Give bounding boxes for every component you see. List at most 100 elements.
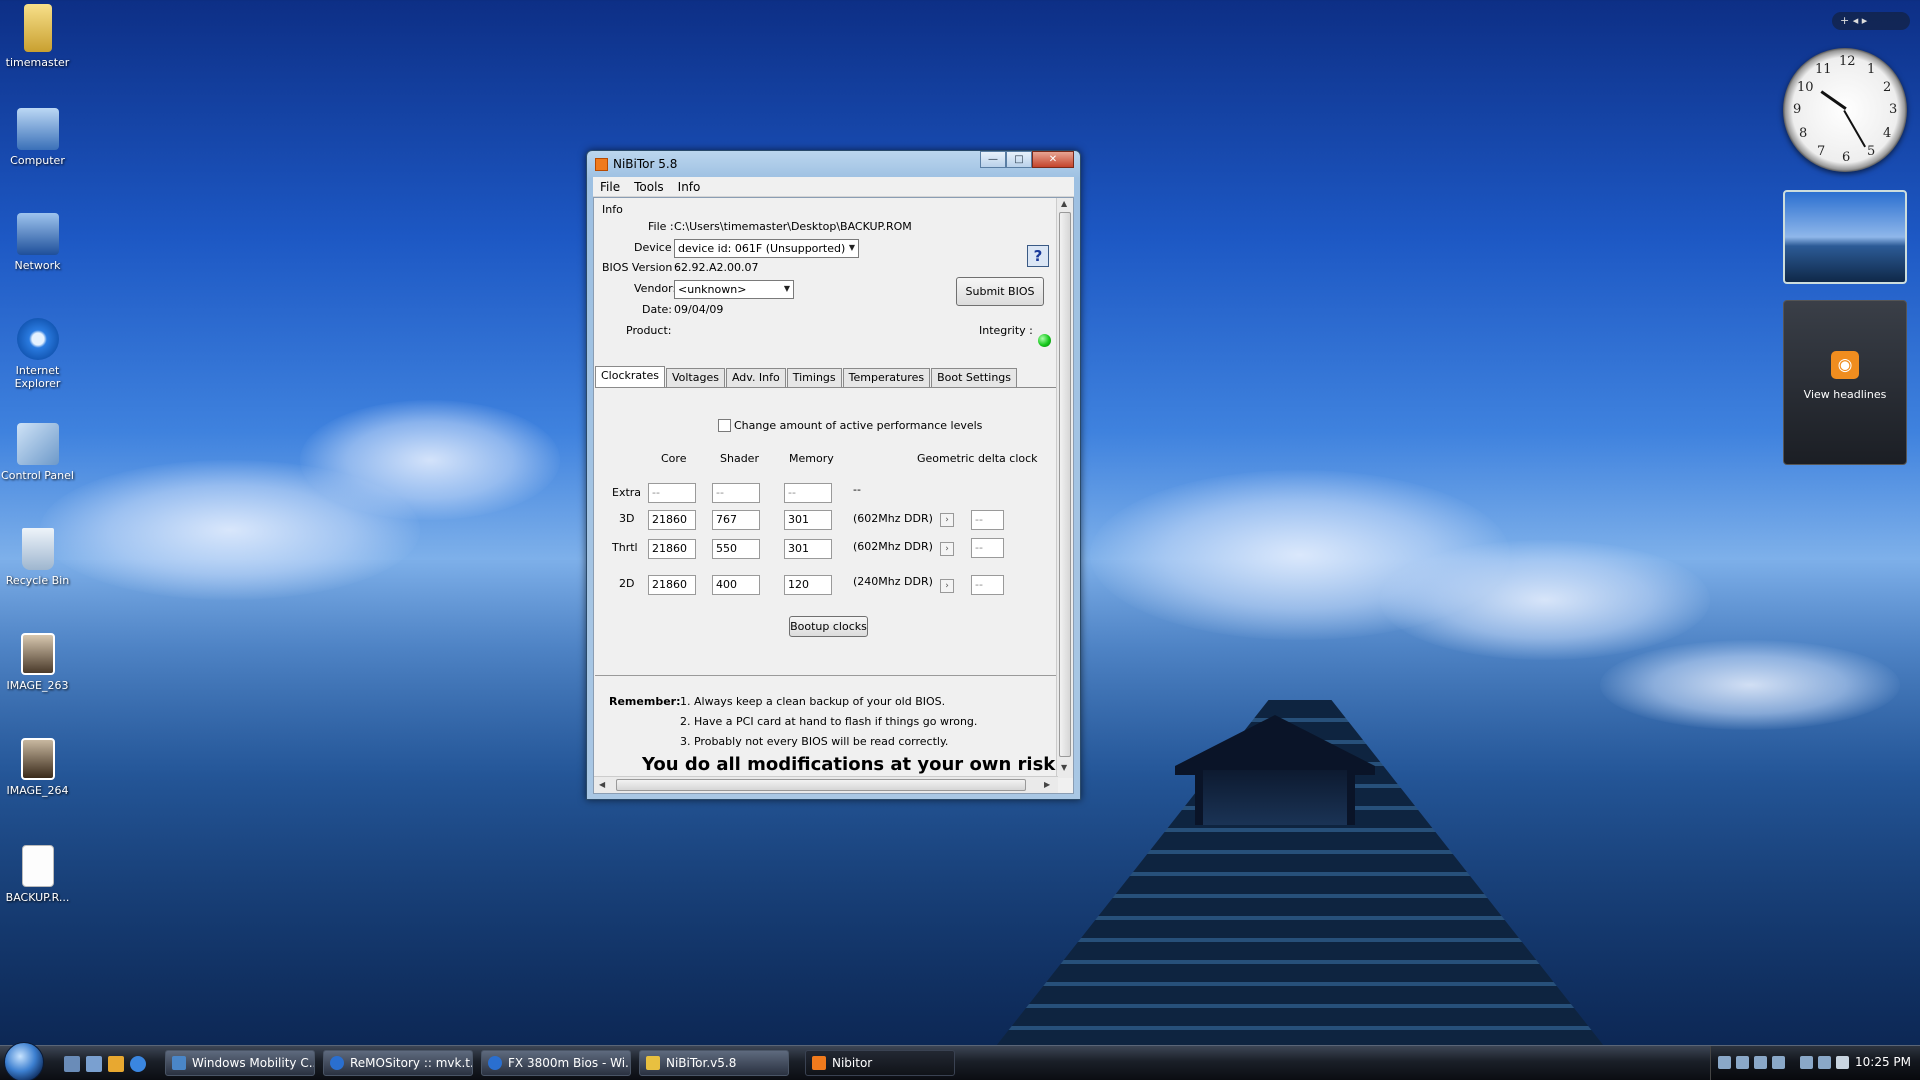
2d-expand-arrow[interactable]: › [940, 579, 954, 593]
tray-volume-icon[interactable] [1836, 1056, 1849, 1069]
extra-shader-field[interactable]: -- [712, 483, 760, 503]
header-core: Core [661, 452, 687, 465]
performance-levels-checkbox[interactable] [718, 419, 731, 432]
menu-file[interactable]: File [593, 180, 627, 194]
bios-version-value: 62.92.A2.00.07 [674, 261, 759, 274]
clock-gadget[interactable]: 12 1 2 3 4 5 6 7 8 9 10 11 [1783, 48, 1907, 172]
tray-icon[interactable] [1718, 1056, 1731, 1069]
scroll-right-arrow[interactable]: ▶ [1044, 780, 1050, 789]
quick-launch-media-player-icon[interactable] [108, 1056, 124, 1072]
3d-delta-field[interactable]: -- [971, 510, 1004, 530]
taskbar-task-fx3800m[interactable]: FX 3800m Bios - Wi... [481, 1050, 631, 1076]
quick-launch-ie-icon[interactable] [130, 1056, 146, 1072]
thrtl-shader-field[interactable]: 550 [712, 539, 760, 559]
quick-launch-switch-windows-icon[interactable] [86, 1056, 102, 1072]
desktop-icon-network[interactable]: Network [0, 213, 75, 272]
desktop-icon-recycle-bin[interactable]: Recycle Bin [0, 528, 75, 587]
sidebar-controls[interactable]: + ◂ ▸ [1832, 12, 1910, 30]
start-button[interactable] [4, 1042, 44, 1080]
control-panel-icon [16, 423, 59, 465]
tray-power-icon[interactable] [1818, 1056, 1831, 1069]
tab-clockrates[interactable]: Clockrates [595, 366, 665, 387]
clock-numeral: 12 [1839, 54, 1856, 69]
3d-ddr-label: (602Mhz DDR) [853, 512, 933, 525]
thrtl-delta-field[interactable]: -- [971, 538, 1004, 558]
3d-shader-field[interactable]: 767 [712, 510, 760, 530]
clock-numeral: 2 [1883, 80, 1892, 95]
tray-network-icon[interactable] [1800, 1056, 1813, 1069]
slideshow-gadget[interactable] [1783, 190, 1907, 284]
tray-icon[interactable] [1736, 1056, 1749, 1069]
vertical-scroll-thumb[interactable] [1059, 212, 1071, 757]
menu-tools[interactable]: Tools [627, 180, 671, 194]
tab-temperatures[interactable]: Temperatures [842, 368, 931, 387]
tab-voltages[interactable]: Voltages [665, 368, 725, 387]
scroll-down-arrow[interactable]: ▼ [1061, 763, 1067, 772]
tray-icon[interactable] [1754, 1056, 1767, 1069]
performance-levels-label[interactable]: Change amount of active performance leve… [734, 419, 982, 432]
internet-explorer-icon [16, 318, 59, 360]
desktop-icon-internet-explorer[interactable]: Internet Explorer [0, 318, 75, 390]
desktop-icon-backup-rom[interactable]: BACKUP.R... [0, 845, 75, 904]
horizontal-scroll-thumb[interactable] [616, 779, 1026, 791]
scroll-up-arrow[interactable]: ▲ [1061, 199, 1067, 208]
date-label: Date: [642, 303, 672, 316]
desktop-icon-computer[interactable]: Computer [0, 108, 75, 167]
close-button[interactable]: ✕ [1032, 151, 1074, 168]
3d-expand-arrow[interactable]: › [940, 513, 954, 527]
mobility-center-icon [172, 1056, 186, 1070]
computer-icon [16, 108, 59, 150]
thrtl-expand-arrow[interactable]: › [940, 542, 954, 556]
tab-adv-info[interactable]: Adv. Info [725, 368, 786, 387]
device-select[interactable]: device id: 061F (Unsupported) [674, 239, 859, 258]
3d-memory-field[interactable]: 301 [784, 510, 832, 530]
taskbar-clock[interactable]: 10:25 PM [1855, 1055, 1911, 1069]
menu-info[interactable]: Info [671, 180, 708, 194]
desktop-icon-label: BACKUP.R... [5, 891, 70, 904]
task-label: FX 3800m Bios - Wi... [508, 1056, 631, 1070]
extra-core-field[interactable]: -- [648, 483, 696, 503]
desktop-icon-image-264[interactable]: IMAGE_264 [0, 738, 75, 797]
vendor-label: Vendor: [634, 282, 677, 295]
clock-numeral: 3 [1889, 102, 1898, 117]
scroll-left-arrow[interactable]: ◀ [599, 780, 605, 789]
product-label: Product: [626, 324, 672, 337]
thrtl-core-field[interactable]: 21860 [648, 539, 696, 559]
desktop-icon-timemaster[interactable]: timemaster [0, 4, 75, 69]
2d-ddr-label: (240Mhz DDR) [853, 575, 933, 588]
bootup-clocks-button[interactable]: Bootup clocks [789, 616, 868, 637]
2d-shader-field[interactable]: 400 [712, 575, 760, 595]
thrtl-memory-field[interactable]: 301 [784, 539, 832, 559]
quick-launch-desktop-icon[interactable] [64, 1056, 80, 1072]
image-thumbnail-icon [20, 738, 55, 780]
taskbar-task-windows-mobility[interactable]: Windows Mobility C... [165, 1050, 315, 1076]
taskbar-task-nibitor[interactable]: Nibitor [805, 1050, 955, 1076]
help-button[interactable]: ? [1027, 245, 1049, 267]
2d-core-field[interactable]: 21860 [648, 575, 696, 595]
wallpaper-gazebo-body [1195, 770, 1355, 825]
horizontal-scrollbar[interactable]: ◀ ▶ [594, 776, 1058, 793]
desktop-icon-label: Network [14, 259, 61, 272]
taskbar-task-remository[interactable]: ReMOSitory :: mvk.t... [323, 1050, 473, 1076]
maximize-button[interactable]: □ [1006, 151, 1032, 168]
tab-timings[interactable]: Timings [786, 368, 842, 387]
vendor-select[interactable]: <unknown> [674, 280, 794, 299]
taskbar-task-nibitor-folder[interactable]: NiBiTor.v5.8 [639, 1050, 789, 1076]
desktop-icon-control-panel[interactable]: Control Panel [0, 423, 75, 482]
tray-icon[interactable] [1772, 1056, 1785, 1069]
2d-delta-field[interactable]: -- [971, 575, 1004, 595]
feed-headlines-gadget[interactable]: ◉ View headlines [1783, 300, 1907, 465]
file-icon [21, 845, 54, 887]
nibitor-window[interactable]: NiBiTor 5.8 — □ ✕ File Tools Info Info F… [586, 150, 1081, 800]
rss-label[interactable]: View headlines [1804, 388, 1887, 401]
desktop-icon-image-263[interactable]: IMAGE_263 [0, 633, 75, 692]
3d-core-field[interactable]: 21860 [648, 510, 696, 530]
device-label: Device : [634, 241, 679, 254]
date-value: 09/04/09 [674, 303, 724, 316]
tab-boot-settings[interactable]: Boot Settings [931, 368, 1018, 387]
minimize-button[interactable]: — [980, 151, 1006, 168]
extra-memory-field[interactable]: -- [784, 483, 832, 503]
vertical-scrollbar[interactable]: ▲ ▼ [1056, 198, 1073, 778]
submit-bios-button[interactable]: Submit BIOS [956, 277, 1044, 306]
2d-memory-field[interactable]: 120 [784, 575, 832, 595]
